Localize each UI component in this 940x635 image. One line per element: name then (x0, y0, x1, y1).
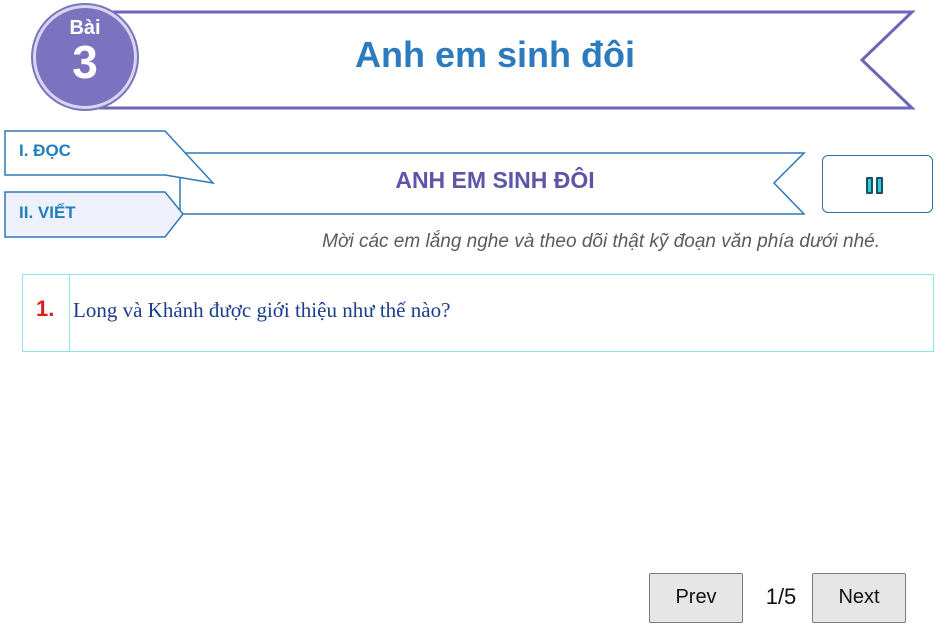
lesson-badge: Bài 3 (33, 5, 137, 109)
question-text: Long và Khánh được giới thiệu như thế nà… (73, 298, 451, 322)
instruction-text: Mời các em lắng nghe và theo dõi thật kỹ… (322, 231, 880, 252)
tab-reading[interactable]: I. ĐỌC (19, 141, 71, 161)
page-indicator: 1/5 (765, 584, 797, 609)
pause-button[interactable] (822, 155, 933, 213)
lesson-number: 3 (72, 36, 98, 88)
next-button[interactable]: Next (812, 573, 906, 623)
question-number: 1. (36, 296, 55, 321)
section-heading: ANH EM SINH ĐÔI (395, 167, 595, 193)
tab-writing[interactable]: II. VIẾT (19, 203, 76, 223)
question-divider (69, 275, 70, 351)
lesson-title: Anh em sinh đôi (354, 34, 635, 75)
prev-button[interactable]: Prev (649, 573, 743, 623)
